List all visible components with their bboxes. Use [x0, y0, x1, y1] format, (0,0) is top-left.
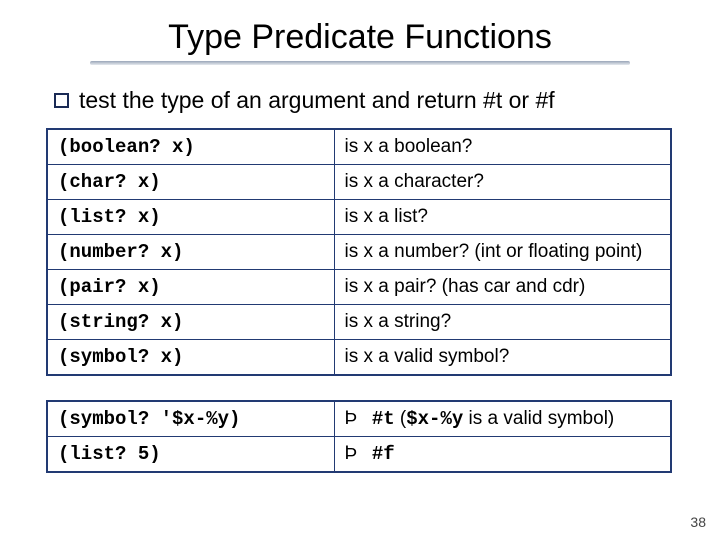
- slide-title: Type Predicate Functions: [0, 0, 720, 57]
- slide-number: 38: [690, 514, 706, 530]
- predicate-desc: is x a list?: [334, 200, 671, 235]
- bullet-text: test the type of an argument and return …: [79, 87, 555, 114]
- note-close: is a valid symbol): [463, 408, 614, 429]
- table-row: (list? 5) Þ #f: [47, 437, 671, 473]
- arrow-icon: Þ: [345, 443, 367, 465]
- table-row: (list? x)is x a list?: [47, 200, 671, 235]
- example-code: (list? 5): [47, 437, 334, 473]
- table-row: (symbol? x)is x a valid symbol?: [47, 340, 671, 376]
- table-row: (char? x)is x a character?: [47, 165, 671, 200]
- predicate-desc: is x a valid symbol?: [334, 340, 671, 376]
- title-underline: [90, 61, 630, 65]
- predicate-code: (symbol? x): [47, 340, 334, 376]
- table-row: (pair? x)is x a pair? (has car and cdr): [47, 270, 671, 305]
- predicates-table: (boolean? x)is x a boolean? (char? x)is …: [46, 128, 672, 376]
- predicate-desc: is x a boolean?: [334, 129, 671, 165]
- example-code: (symbol? '$x-%y): [47, 401, 334, 437]
- predicate-code: (pair? x): [47, 270, 334, 305]
- table-row: (boolean? x)is x a boolean?: [47, 129, 671, 165]
- predicate-code: (boolean? x): [47, 129, 334, 165]
- bullet-row: test the type of an argument and return …: [54, 87, 720, 114]
- result-value: #t: [372, 408, 395, 430]
- predicate-code: (number? x): [47, 235, 334, 270]
- predicate-code: (list? x): [47, 200, 334, 235]
- note-symbol: $x-%y: [406, 408, 463, 430]
- predicate-desc: is x a number? (int or floating point): [334, 235, 671, 270]
- result-value: #f: [372, 443, 395, 465]
- arrow-icon: Þ: [345, 408, 367, 430]
- table-row: (string? x)is x a string?: [47, 305, 671, 340]
- predicate-desc: is x a character?: [334, 165, 671, 200]
- table-row: (symbol? '$x-%y) Þ #t ($x-%y is a valid …: [47, 401, 671, 437]
- predicate-desc: is x a string?: [334, 305, 671, 340]
- example-result: Þ #f: [334, 437, 671, 473]
- predicate-code: (string? x): [47, 305, 334, 340]
- square-bullet-icon: [54, 93, 69, 108]
- predicate-code: (char? x): [47, 165, 334, 200]
- examples-table: (symbol? '$x-%y) Þ #t ($x-%y is a valid …: [46, 400, 672, 473]
- predicate-desc: is x a pair? (has car and cdr): [334, 270, 671, 305]
- example-result: Þ #t ($x-%y is a valid symbol): [334, 401, 671, 437]
- table-row: (number? x)is x a number? (int or floati…: [47, 235, 671, 270]
